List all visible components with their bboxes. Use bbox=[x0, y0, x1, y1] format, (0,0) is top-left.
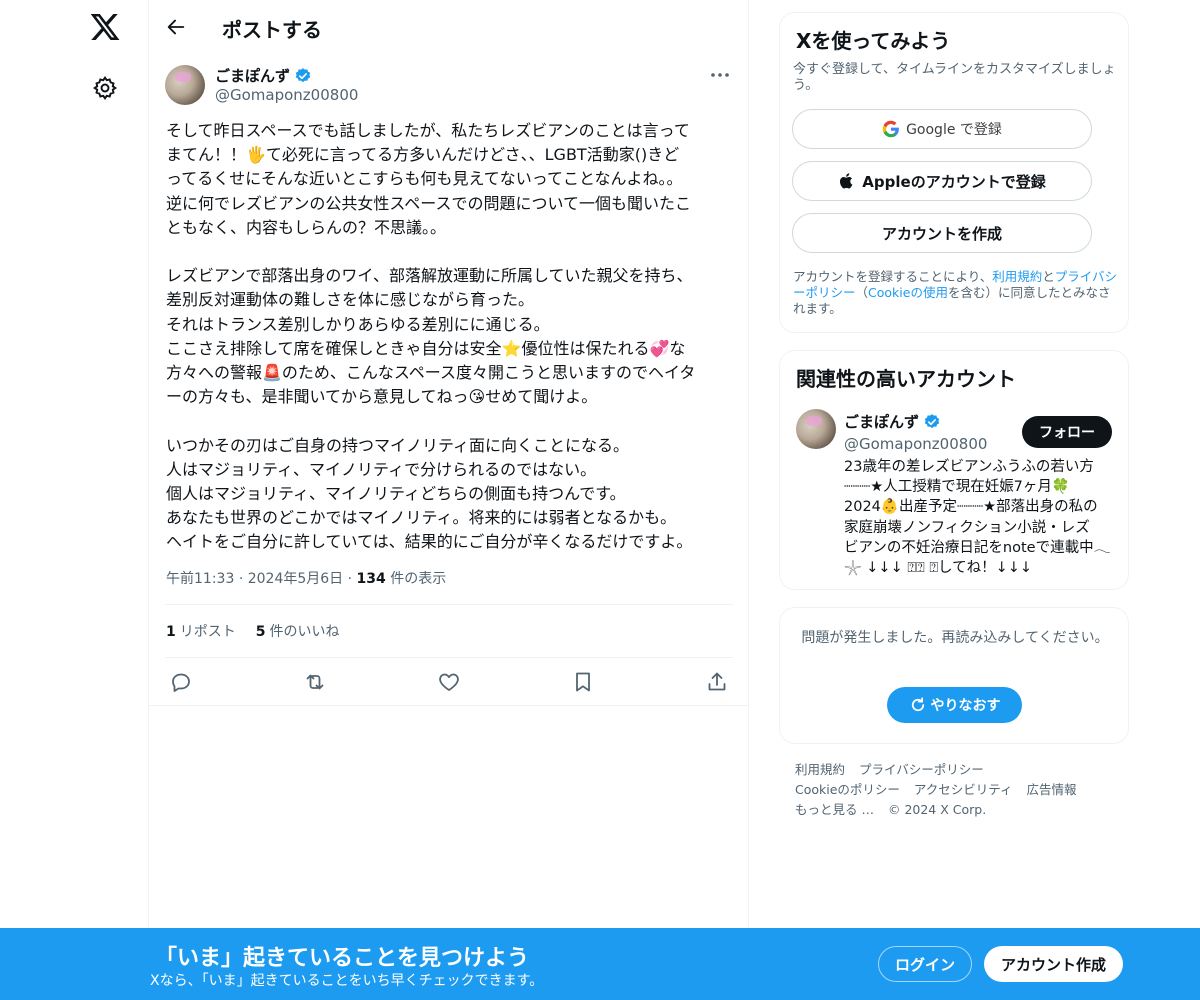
avatar[interactable] bbox=[796, 409, 836, 449]
google-icon bbox=[882, 120, 899, 138]
create-account-label: アカウントを作成 bbox=[881, 224, 1002, 243]
error-message: 問題が発生しました。再読み込みしてください。 bbox=[801, 630, 1109, 646]
post-meta: 午前11:33 · 2024年5月6日 · 134 件の表示 bbox=[166, 568, 446, 588]
signup-button[interactable]: アカウント作成 bbox=[984, 946, 1123, 982]
related-name[interactable]: ごまぽんず bbox=[844, 411, 919, 432]
signup-subtitle: 今すぐ登録して、タイムラインをカスタマイズしましょう。 bbox=[793, 62, 1116, 93]
footer-link-accessibility[interactable]: アクセシビリティ bbox=[914, 782, 1013, 797]
like-icon[interactable] bbox=[437, 670, 461, 694]
terms-link[interactable]: 利用規約 bbox=[992, 269, 1042, 284]
likes-count: 5 bbox=[255, 624, 266, 640]
footer-link-terms[interactable]: 利用規約 bbox=[795, 762, 845, 777]
left-nav bbox=[0, 0, 149, 1000]
meta-separator: · bbox=[347, 571, 353, 587]
terms-paren-open: （ bbox=[855, 285, 869, 300]
views-label: 件の表示 bbox=[390, 571, 447, 587]
bookmark-icon[interactable] bbox=[571, 670, 595, 694]
main-column: ポストする ごまぽんず @Gomaponz00800 そして昨日スペースでも話し… bbox=[149, 0, 749, 1000]
follow-button[interactable]: フォロー bbox=[1022, 416, 1112, 448]
signup-title: Xを使ってみよう bbox=[796, 29, 951, 53]
cookie-link[interactable]: Cookieの使用 bbox=[868, 285, 948, 300]
meta-separator: · bbox=[238, 571, 244, 587]
post-text: そして昨日スペースでも話しましたが、私たちレズビアンのことは言って まてん！！🖐… bbox=[166, 121, 696, 552]
footer-link-ads[interactable]: 広告情報 bbox=[1027, 782, 1077, 797]
share-icon[interactable] bbox=[705, 670, 729, 694]
x-logo-icon[interactable] bbox=[89, 11, 121, 43]
google-signup-button[interactable]: Google で登録 bbox=[792, 109, 1092, 149]
login-banner: 「いま」起きていることを見つけよう Xなら、「いま」起きていることをいち早くチェ… bbox=[0, 928, 1200, 1000]
google-signup-label: Google で登録 bbox=[906, 122, 1002, 138]
related-accounts-card: 関連性の高いアカウント ごまぽんず @Gomaponz00800 フォロー 23… bbox=[779, 350, 1129, 590]
page-title: ポストする bbox=[222, 18, 322, 42]
divider bbox=[149, 705, 749, 706]
terms-and: と bbox=[1042, 269, 1055, 284]
post-time[interactable]: 午前11:33 bbox=[166, 571, 234, 587]
related-bio: 23歳年の差レズビアンふうふの若い方 ┈┈┈★人工授精で現在妊娠7ヶ月🍀 202… bbox=[844, 459, 1111, 577]
retry-button[interactable]: やりなおす bbox=[887, 687, 1022, 723]
refresh-icon bbox=[911, 697, 924, 712]
divider bbox=[165, 657, 733, 658]
post-date[interactable]: 2024年5月6日 bbox=[248, 571, 343, 587]
related-name-row[interactable]: ごまぽんず bbox=[844, 411, 941, 432]
reposts-label: リポスト bbox=[179, 624, 236, 640]
error-card: 問題が発生しました。再読み込みしてください。 やりなおす bbox=[779, 607, 1129, 744]
author-name[interactable]: ごまぽんず bbox=[215, 65, 290, 86]
related-title: 関連性の高いアカウント bbox=[796, 367, 1016, 391]
reposts-count: 1 bbox=[166, 624, 176, 640]
banner-title: 「いま」起きていることを見つけよう bbox=[155, 946, 530, 971]
verified-badge-icon bbox=[295, 67, 311, 82]
apple-icon bbox=[840, 173, 853, 189]
gear-icon[interactable] bbox=[92, 75, 118, 101]
login-button[interactable]: ログイン bbox=[878, 946, 972, 982]
top-bar: ポストする bbox=[149, 0, 749, 53]
repost-icon[interactable] bbox=[303, 670, 327, 694]
apple-signup-button[interactable]: Appleのアカウントで登録 bbox=[792, 161, 1092, 201]
avatar[interactable] bbox=[165, 65, 205, 105]
author-handle[interactable]: @Gomaponz00800 bbox=[215, 86, 358, 104]
views-count: 134 bbox=[356, 571, 386, 587]
signup-card: Xを使ってみよう 今すぐ登録して、タイムラインをカスタマイズしましょう。 Goo… bbox=[779, 12, 1129, 333]
divider bbox=[165, 604, 733, 605]
banner-subtitle: Xなら、「いま」起きていることをいち早くチェックできます。 bbox=[150, 973, 544, 989]
create-account-button[interactable]: アカウントを作成 bbox=[792, 213, 1092, 253]
footer-links: 利用規約 プライバシーポリシー Cookieのポリシー アクセシビリティ 広告情… bbox=[795, 760, 1115, 820]
retry-label: やりなおす bbox=[930, 698, 1001, 714]
likes-stat[interactable]: 5 件のいいね bbox=[256, 621, 340, 641]
likes-label: 件のいいね bbox=[269, 624, 340, 640]
verified-badge-icon bbox=[924, 413, 940, 428]
footer-link-privacy[interactable]: プライバシーポリシー bbox=[859, 762, 984, 777]
copyright: © 2024 X Corp. bbox=[887, 802, 987, 817]
more-options-icon[interactable] bbox=[709, 68, 731, 82]
reposts-stat[interactable]: 1 リポスト bbox=[166, 621, 236, 641]
post-author[interactable]: ごまぽんず bbox=[215, 65, 312, 86]
post-actions bbox=[169, 670, 737, 694]
reply-icon[interactable] bbox=[169, 670, 193, 694]
post-stats: 1 リポスト 5 件のいいね bbox=[166, 621, 340, 641]
footer-link-cookie[interactable]: Cookieのポリシー bbox=[795, 782, 900, 797]
terms-text: アカウントを登録することにより、利用規約とプライバシーポリシー（Cookieの使… bbox=[793, 269, 1118, 317]
related-handle[interactable]: @Gomaponz00800 bbox=[844, 435, 987, 453]
back-arrow-icon[interactable] bbox=[165, 16, 187, 38]
apple-signup-label: Appleのアカウントで登録 bbox=[862, 172, 1046, 191]
footer-more[interactable]: もっと見る … bbox=[795, 802, 874, 817]
terms-prefix: アカウントを登録することにより、 bbox=[793, 269, 993, 284]
